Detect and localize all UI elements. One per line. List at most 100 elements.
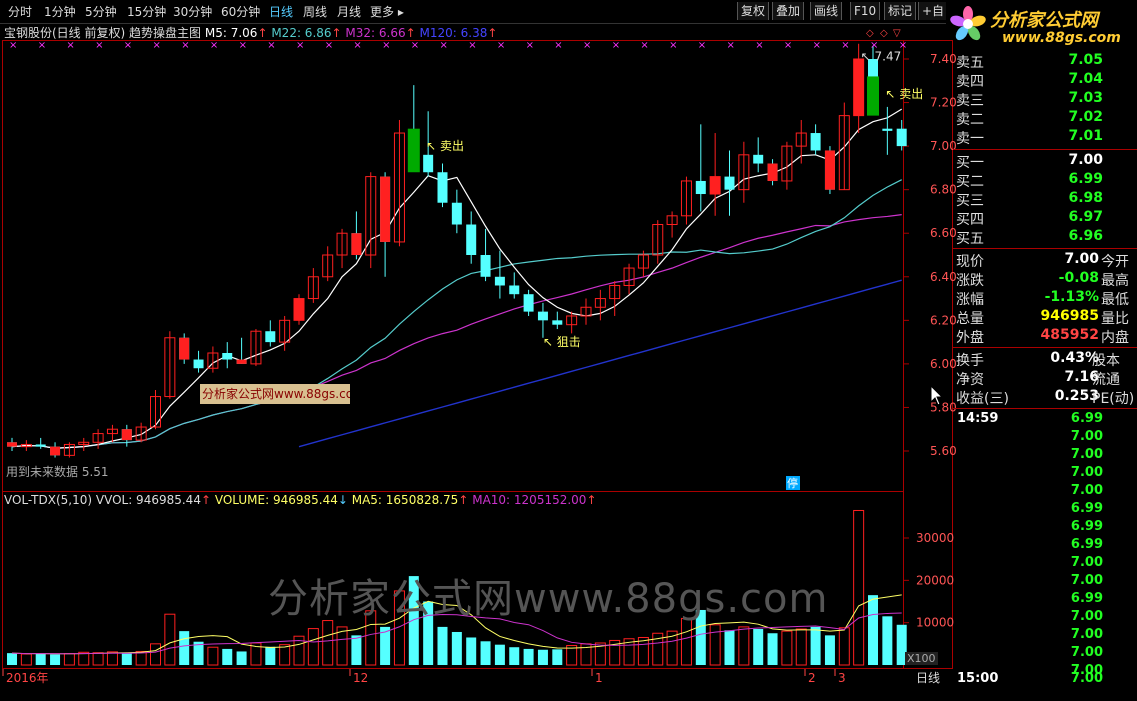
ask-label: 卖一 xyxy=(956,131,984,147)
volume-bar-up xyxy=(307,628,319,666)
sell-signal-box xyxy=(407,128,420,173)
x-marker: × xyxy=(813,40,821,51)
x-marker: × xyxy=(411,40,419,51)
candle-body-down xyxy=(466,224,477,255)
volume-bar-down xyxy=(351,635,362,665)
quote-panel: 卖五 7.05 卖四 7.04 卖三 7.03 卖二 7.02 卖一 7.01 买一 7.00 买二 6.… xyxy=(953,50,1137,701)
stop-label: 停 xyxy=(787,476,798,490)
quote-label: 净资 xyxy=(956,372,984,388)
ask-label: 卖五 xyxy=(956,55,984,71)
quote-row: 换手 0.43% 股本 xyxy=(953,350,1137,369)
volume-bar-down xyxy=(480,641,491,665)
tick-price: 6.99 xyxy=(1070,537,1103,552)
candle-body-filled xyxy=(50,446,61,456)
x-marker: × xyxy=(124,40,132,51)
tick-row: 6.99 xyxy=(953,519,1103,537)
period-label: 日线 xyxy=(916,671,941,685)
candle-body-filled xyxy=(294,298,304,321)
tick-price: 7.00 xyxy=(1070,429,1103,444)
volume-bar-up xyxy=(781,630,793,666)
tick-price: 7.00 xyxy=(1070,645,1103,660)
x-marker: × xyxy=(755,40,763,51)
tick-price: 7.00 xyxy=(1070,447,1103,462)
sell-annotation: ↖ 卖出 xyxy=(885,87,923,101)
volume-bar-down xyxy=(50,654,61,665)
volume-bar-down xyxy=(523,648,534,665)
quote-label: 现价 xyxy=(956,254,984,270)
candle-body-down xyxy=(509,285,520,295)
bid-price: 6.99 xyxy=(1068,171,1103,187)
candle-body-down xyxy=(724,176,735,190)
x-marker: × xyxy=(181,40,189,51)
quote-label: 外盘 xyxy=(956,330,984,346)
ask-price: 7.01 xyxy=(1068,128,1103,144)
x-marker: × xyxy=(468,40,476,51)
tick-price: 7.00 xyxy=(1070,465,1103,480)
volume-bar-down xyxy=(868,595,878,665)
candle-body-down xyxy=(695,180,706,195)
volume-bar-up xyxy=(853,509,865,666)
volume-bar-down xyxy=(824,635,835,665)
x-marker: × xyxy=(210,40,218,51)
divider xyxy=(953,149,1137,150)
quote-label-2: 量比 xyxy=(1101,311,1129,327)
volume-bar-up xyxy=(207,646,219,666)
volume-bar-up xyxy=(838,627,850,666)
ask-price: 7.05 xyxy=(1068,52,1103,68)
x-marker: × xyxy=(669,40,677,51)
candle-body-down xyxy=(494,276,505,286)
candle-body-down xyxy=(523,294,534,312)
volume-bar-down xyxy=(7,653,17,665)
x-marker: × xyxy=(727,40,735,51)
tick-price: 6.99 xyxy=(1070,411,1103,426)
ask-row: 卖三 7.03 xyxy=(953,90,1103,109)
x-marker: × xyxy=(66,40,74,51)
candle-body-filled xyxy=(824,150,835,190)
volume-bar-up xyxy=(20,653,32,666)
quote-row: 总量 946985 量比 xyxy=(953,308,1137,327)
ask-row: 卖二 7.02 xyxy=(953,109,1103,128)
tick-row: 6.99 xyxy=(953,537,1103,555)
bid-label: 买三 xyxy=(956,193,984,209)
volume-bar-down xyxy=(437,626,448,665)
quote-label: 涨幅 xyxy=(956,292,984,308)
volume-bar-up xyxy=(680,617,692,666)
divider xyxy=(953,347,1137,348)
volume-info-line: VOL-TDX(5,10) VVOL: 946985.44↑ VOLUME: 9… xyxy=(4,493,597,507)
x-marker: × xyxy=(640,40,648,51)
volume-bar-down xyxy=(236,651,247,665)
volume-unit: X100 xyxy=(905,652,938,665)
quote-label: 总量 xyxy=(956,311,984,327)
candle-body-filled xyxy=(767,163,778,181)
volume-bar-up xyxy=(322,620,334,666)
divider xyxy=(953,408,1137,409)
volume-bar-down xyxy=(552,649,563,665)
tick-price: 6.99 xyxy=(1070,501,1103,516)
candle-body-down xyxy=(265,331,276,343)
quote-row: 现价 7.00 今开 xyxy=(953,251,1137,270)
x-marker: × xyxy=(382,40,390,51)
volume-value: VOLUME: 946985.44 xyxy=(214,493,338,507)
vol-ma5-value: MA5: 1650828.75 xyxy=(351,493,459,507)
candle-body-down xyxy=(437,172,448,203)
quote-label-2: PE(动) xyxy=(1092,391,1135,407)
quote-value: -0.08 xyxy=(1058,270,1099,286)
bid-label: 买二 xyxy=(956,174,984,190)
tick-row: 7.00 xyxy=(953,483,1103,501)
vol-indicator-name: VOL-TDX(5,10) xyxy=(4,493,93,507)
quote-label: 收益(三) xyxy=(956,391,1009,407)
candle-body-filled xyxy=(351,233,362,255)
bid-price: 6.98 xyxy=(1068,190,1103,206)
frame-marker: ◇ xyxy=(880,28,888,39)
bid-row: 买二 6.99 xyxy=(953,171,1103,190)
tick-row: 7.00 xyxy=(953,627,1103,645)
volume-bar-down xyxy=(509,647,520,665)
candle-body-down xyxy=(193,359,204,369)
volume-bar-up xyxy=(709,624,721,666)
quote-row: 外盘 485952 内盘 xyxy=(953,327,1137,346)
tick-row: 7.00 xyxy=(953,465,1103,483)
bid-price: 7.00 xyxy=(1068,152,1103,168)
x-marker: × xyxy=(353,40,361,51)
volume-bar-down xyxy=(724,630,735,665)
x-marker: × xyxy=(784,40,792,51)
